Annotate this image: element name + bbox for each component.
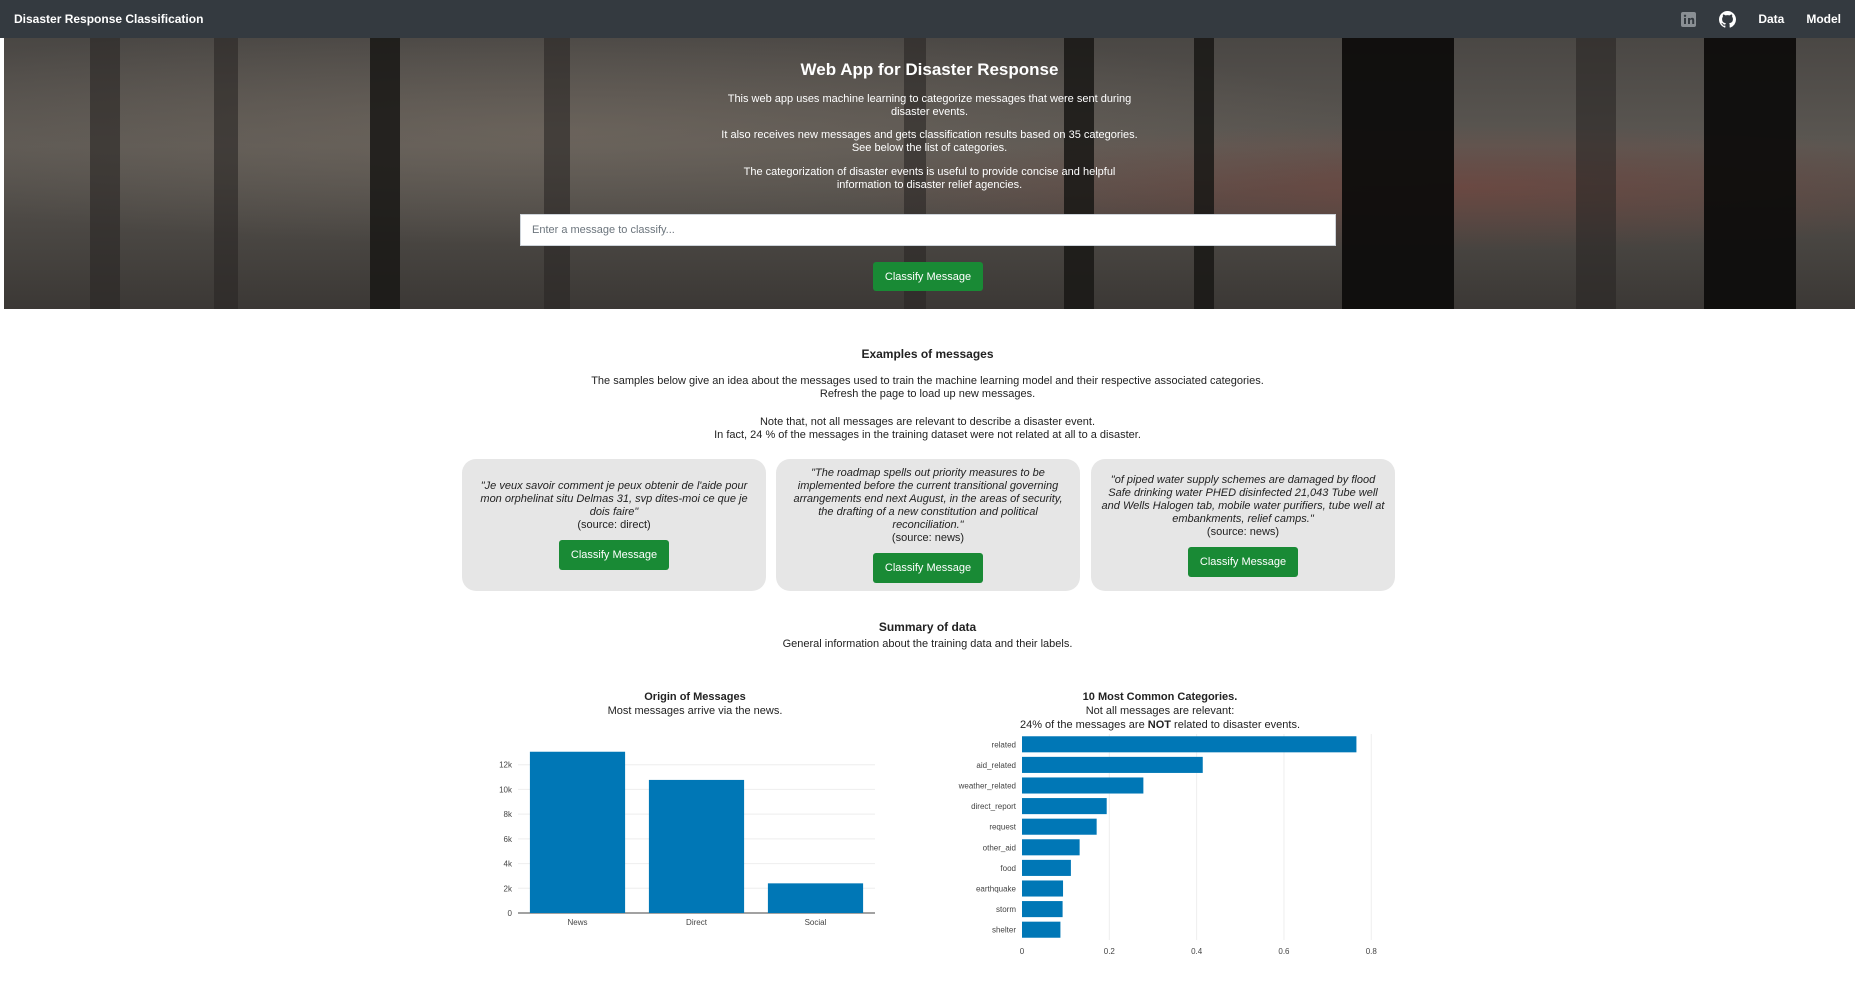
x-tick-label: 0.2: [1104, 947, 1116, 956]
hero-text-line: It also receives new messages and gets c…: [721, 129, 1138, 141]
bar: [1022, 736, 1357, 753]
hero-text-line: See below the list of categories.: [851, 142, 1008, 154]
most-common-categories-chart: 0 0.2 0.4 0.6 0.8 related aid_related weather_r…: [958, 734, 1378, 956]
message-input[interactable]: [520, 214, 1336, 246]
hero-text-line: This web app uses machine learning to ca…: [727, 93, 1132, 105]
example-quote: "The roadmap spells out priority measure…: [793, 467, 1063, 531]
classify-example-button[interactable]: Classify Message: [873, 553, 983, 583]
classify-example-button[interactable]: Classify Message: [559, 540, 669, 570]
x-tick-label: 0.8: [1366, 947, 1378, 956]
nav-link-model[interactable]: Model: [1806, 12, 1841, 26]
hero-text-line: information to disaster relief agencies.: [836, 179, 1023, 191]
hero-paragraph: It also receives new messages and gets c…: [4, 129, 1855, 155]
bar: [1022, 798, 1107, 815]
chart-title: Origin of Messages: [644, 691, 746, 703]
bar: [1022, 777, 1144, 794]
origin-of-messages-chart: 0 2k 4k 6k 8k 10k 12k News Direct Social: [499, 751, 875, 925]
brand[interactable]: Disaster Response Classification: [14, 12, 203, 26]
hero-banner: Web App for Disaster Response This web a…: [4, 38, 1855, 309]
classify-example-button[interactable]: Classify Message: [1188, 546, 1298, 577]
examples-note-line: Note that, not all messages are relevant…: [759, 416, 1096, 428]
examples-note: Note that, not all messages are relevant…: [0, 416, 1855, 442]
y-tick-label: 6k: [504, 835, 513, 844]
x-tick-label: Social: [805, 918, 827, 925]
chart-subtitle: Most messages arrive via the news.: [607, 705, 783, 717]
y-tick-label: 0: [508, 909, 513, 918]
summary-subtitle: General information about the training d…: [782, 638, 1073, 650]
x-tick-label: News: [567, 918, 587, 925]
bar: [1022, 859, 1071, 876]
classify-message-button[interactable]: Classify Message: [873, 262, 983, 291]
origin-chart-heading: Origin of Messages Most messages arrive …: [520, 690, 870, 718]
y-tick-label: other_aid: [983, 843, 1016, 852]
x-tick-label: Direct: [686, 918, 708, 925]
hero-text-line: disaster events.: [890, 106, 969, 118]
bar: [767, 883, 864, 913]
y-tick-label: request: [989, 823, 1016, 832]
chart-subtitle: Not all messages are relevant:: [1085, 705, 1235, 717]
linkedin-icon[interactable]: [1680, 11, 1697, 28]
nav-link-data[interactable]: Data: [1758, 12, 1784, 26]
example-source: (source: direct): [577, 519, 651, 531]
hero-title: Web App for Disaster Response: [800, 60, 1059, 79]
navbar: Disaster Response Classification Data Mo…: [0, 0, 1855, 38]
summary-title: Summary of data: [878, 620, 977, 634]
x-tick-label: 0.4: [1191, 947, 1203, 956]
example-source: (source: news): [891, 532, 965, 544]
y-tick-label: 10k: [499, 785, 513, 794]
examples-title: Examples of messages: [861, 347, 994, 361]
y-tick-label: storm: [996, 905, 1016, 914]
y-tick-label: direct_report: [971, 802, 1017, 811]
example-card: "Je veux savoir comment je peux obtenir …: [462, 459, 766, 591]
categories-chart-heading: 10 Most Common Categories. Not all messa…: [960, 690, 1360, 732]
hero-paragraph: The categorization of disaster events is…: [4, 166, 1855, 192]
y-tick-label: shelter: [992, 926, 1016, 935]
bar: [1022, 839, 1080, 856]
y-tick-label: 2k: [504, 884, 513, 893]
x-tick-label: 0.6: [1278, 947, 1290, 956]
bar: [1022, 921, 1061, 938]
y-tick-label: aid_related: [976, 761, 1016, 770]
bar: [1022, 818, 1097, 835]
y-tick-label: related: [992, 740, 1016, 749]
bar: [1022, 880, 1064, 897]
hero-paragraph: This web app uses machine learning to ca…: [4, 93, 1855, 119]
bar: [529, 751, 626, 913]
nav-right: Data Model: [1680, 10, 1841, 28]
x-tick-label: 0: [1020, 947, 1025, 956]
example-source: (source: news): [1206, 525, 1280, 538]
chart-title: 10 Most Common Categories.: [1082, 691, 1238, 703]
examples-intro: The samples below give an idea about the…: [0, 375, 1855, 401]
example-card: "The roadmap spells out priority measure…: [776, 459, 1080, 591]
hero-text-line: The categorization of disaster events is…: [743, 166, 1116, 178]
example-quote: "Je veux savoir comment je peux obtenir …: [480, 480, 748, 518]
y-tick-label: weather_related: [958, 782, 1016, 791]
example-card: "of piped water supply schemes are damag…: [1091, 459, 1395, 591]
y-tick-label: food: [1000, 864, 1016, 873]
y-tick-label: earthquake: [976, 885, 1017, 894]
examples-intro-line: Refresh the page to load up new messages…: [819, 388, 1036, 400]
y-tick-label: 12k: [499, 761, 513, 770]
bar: [1022, 901, 1063, 918]
bar: [648, 779, 745, 913]
y-tick-label: 8k: [504, 810, 513, 819]
github-icon[interactable]: [1719, 10, 1737, 28]
examples-intro-line: The samples below give an idea about the…: [591, 375, 1264, 387]
y-tick-label: 4k: [504, 860, 513, 869]
examples-note-line: In fact, 24 % of the messages in the tra…: [714, 429, 1141, 441]
bar: [1022, 756, 1203, 773]
example-quote: "of piped water supply schemes are damag…: [1101, 473, 1385, 525]
